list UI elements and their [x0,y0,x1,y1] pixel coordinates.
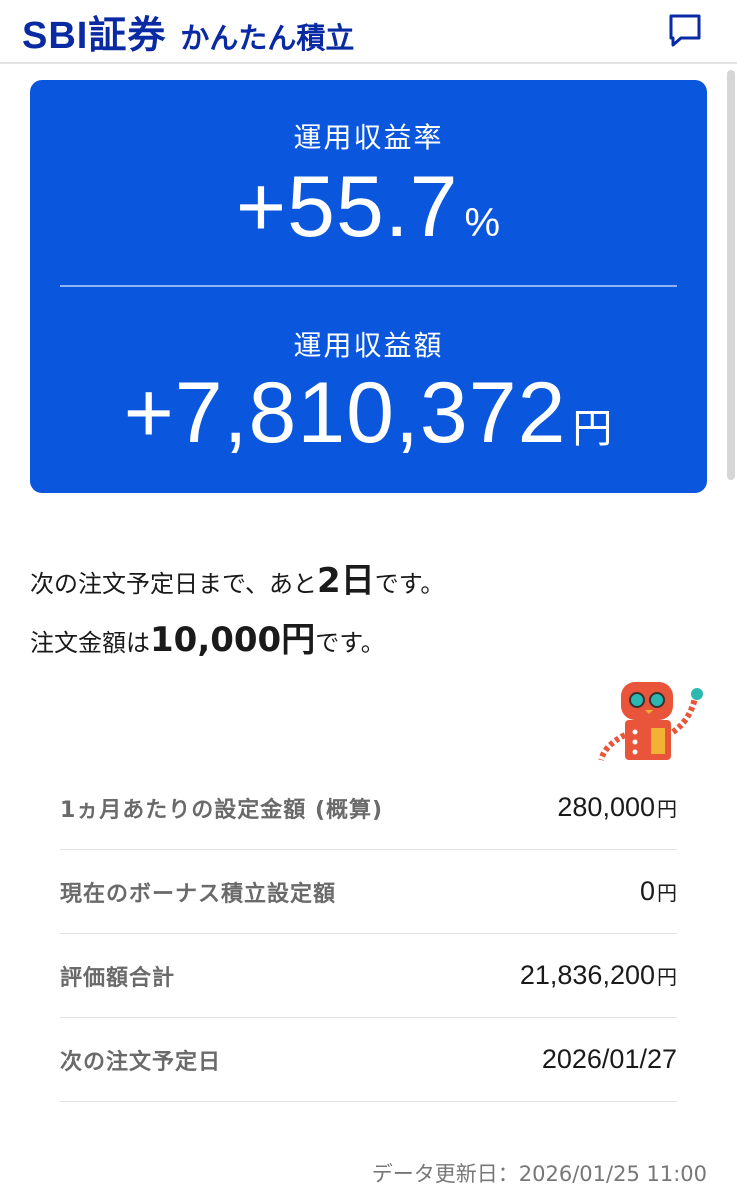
next-order-date-label: 次の注文予定日 [60,1049,222,1075]
return-amount-value: +7,810,372 円 [30,370,707,456]
yen-unit: 円 [657,881,677,905]
order-amount: 10,000円 [150,620,316,660]
total-valuation-value: 21,836,200 円 [520,960,677,991]
yen-unit: 円 [657,797,677,821]
order-amount-text: 注文金額は10,000円です。 [30,612,385,661]
card-divider [60,285,677,287]
return-rate-value: +55.7% [30,164,707,250]
list-item: 現在のボーナス積立設定額 0円 [60,850,677,934]
bonus-amount-label: 現在のボーナス積立設定額 [60,881,337,907]
total-valuation-label: 評価額合計 [60,965,176,991]
brand-logo: SBI証券 [22,14,167,57]
countdown-suffix: です。 [374,570,445,598]
brand: SBI証券 かんたん積立 [22,4,354,59]
next-order-countdown: 次の注文予定日まで、あと2日です。 [30,553,444,602]
bonus-amount-number: 0 [639,876,655,906]
list-item: 評価額合計 21,836,200 円 [60,934,677,1018]
total-valuation-number: 21,836,200 [519,960,655,990]
monthly-amount-label: 1ヵ月あたりの設定金額 (概算) [60,797,384,823]
data-updated-timestamp: データ更新日：2026/01/25 11:00 [371,1162,707,1186]
chat-bubble-icon[interactable] [667,12,703,48]
return-amount-number: +7,810,372 [123,365,567,461]
order-amount-suffix: です。 [315,629,385,657]
countdown-prefix: 次の注文予定日まで、あと [30,570,318,598]
yen-unit: 円 [657,965,677,989]
percent-unit: % [464,201,502,245]
app-header: SBI証券 かんたん積立 [0,0,737,64]
app-screen: SBI証券 かんたん積立 運用収益率 +55.7% 運用収益額 +7,810,3… [0,0,737,1200]
robot-mascot-icon [595,680,710,765]
return-rate-label: 運用収益率 [293,121,444,154]
yen-unit: 円 [572,407,614,451]
return-amount-label: 運用収益額 [293,329,444,362]
monthly-amount-value: 280,000 円 [557,792,677,823]
order-amount-prefix: 注文金額は [30,629,150,657]
app-subtitle: かんたん積立 [180,20,355,55]
return-rate-number: +55.7 [235,159,459,255]
performance-card: 運用収益率 +55.7% 運用収益額 +7,810,372 円 [30,80,707,493]
next-order-date-value: 2026/01/27 [541,1044,677,1074]
bonus-amount-value: 0円 [640,876,677,907]
monthly-amount-number: 280,000 [557,792,655,822]
list-item: 次の注文予定日 2026/01/27 [60,1018,677,1102]
settings-summary-list: 1ヵ月あたりの設定金額 (概算) 280,000 円 現在のボーナス積立設定額 0… [60,766,677,1102]
days-remaining: 2日 [317,561,375,601]
scrollbar[interactable] [727,70,735,480]
list-item: 1ヵ月あたりの設定金額 (概算) 280,000 円 [60,766,677,850]
